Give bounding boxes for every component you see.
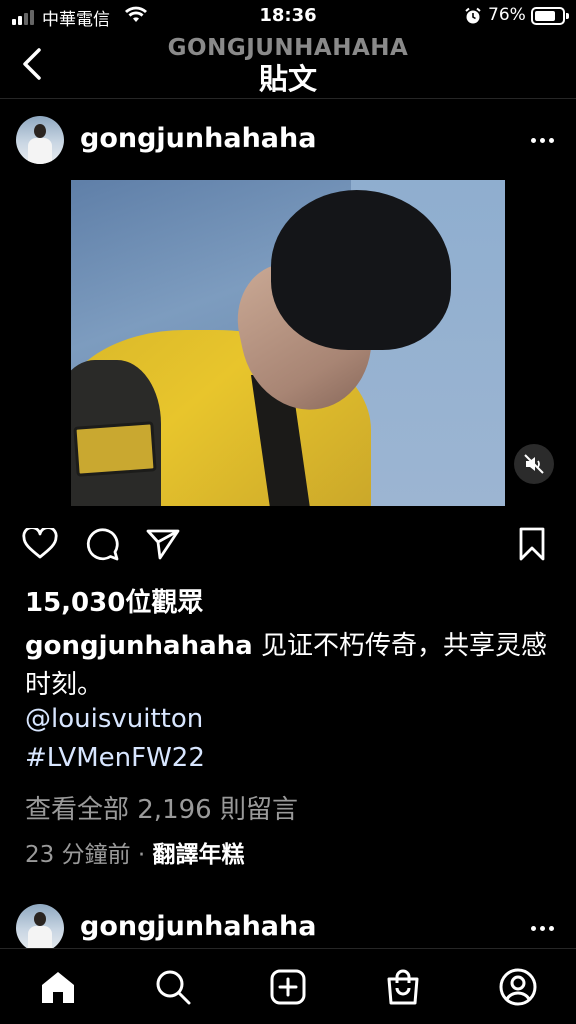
bottom-tab-bar <box>0 948 576 1024</box>
mute-button[interactable] <box>514 444 554 484</box>
page-header: GONGJUNHAHAHA 貼文 <box>0 34 576 98</box>
ellipsis-icon <box>530 925 536 931</box>
caption-username[interactable]: gongjunhahaha <box>25 631 253 661</box>
like-button[interactable] <box>20 524 60 564</box>
ellipsis-icon <box>530 137 536 143</box>
heart-icon <box>22 528 58 559</box>
alarm-icon <box>464 7 482 29</box>
avatar[interactable] <box>16 904 64 952</box>
shop-icon <box>387 969 419 1005</box>
tab-shop[interactable] <box>383 967 423 1007</box>
share-button[interactable] <box>143 524 183 564</box>
tab-create[interactable] <box>268 967 308 1007</box>
more-options-button[interactable] <box>524 918 560 938</box>
post-photo[interactable] <box>71 180 505 506</box>
profile-icon <box>499 968 537 1006</box>
mention-link[interactable]: @louisvuitton <box>25 704 203 734</box>
comment-icon <box>86 528 119 561</box>
post-caption: gongjunhahaha 见证不朽传奇，共享灵感时刻。 <box>25 627 555 705</box>
more-options-button[interactable] <box>524 130 560 150</box>
battery-icon <box>531 7 569 25</box>
tab-profile[interactable] <box>498 967 538 1007</box>
home-icon <box>42 972 74 1003</box>
tab-home[interactable] <box>38 967 78 1007</box>
avatar[interactable] <box>16 116 64 164</box>
mute-icon <box>524 454 544 474</box>
view-count[interactable]: 15,030位觀眾 <box>25 582 203 619</box>
tab-search[interactable] <box>153 967 193 1007</box>
battery-level <box>535 11 555 21</box>
post-username[interactable]: gongjunhahaha <box>80 123 316 154</box>
share-icon <box>146 529 180 560</box>
hashtag-link[interactable]: #LVMenFW22 <box>25 743 205 773</box>
post-time: 23 分鐘前 <box>25 842 131 868</box>
save-button[interactable] <box>512 524 552 564</box>
post-meta: 23 分鐘前 · 翻譯年糕 <box>25 842 245 868</box>
create-icon <box>270 969 306 1005</box>
comment-button[interactable] <box>82 524 122 564</box>
post-actions <box>0 520 576 568</box>
next-post-username[interactable]: gongjunhahaha <box>80 911 316 942</box>
status-bar: 中華電信 18:36 76% <box>0 0 576 34</box>
page-title: 貼文 <box>258 62 317 96</box>
post-header: gongjunhahaha <box>0 100 576 180</box>
view-comments-link[interactable]: 查看全部 2,196 則留言 <box>25 789 298 826</box>
search-icon <box>156 970 191 1005</box>
battery-percent: 76% <box>488 5 526 25</box>
translate-link[interactable]: 翻譯年糕 <box>153 842 245 868</box>
bookmark-icon <box>519 527 545 561</box>
post-media[interactable] <box>0 180 576 506</box>
header-divider <box>0 98 576 99</box>
